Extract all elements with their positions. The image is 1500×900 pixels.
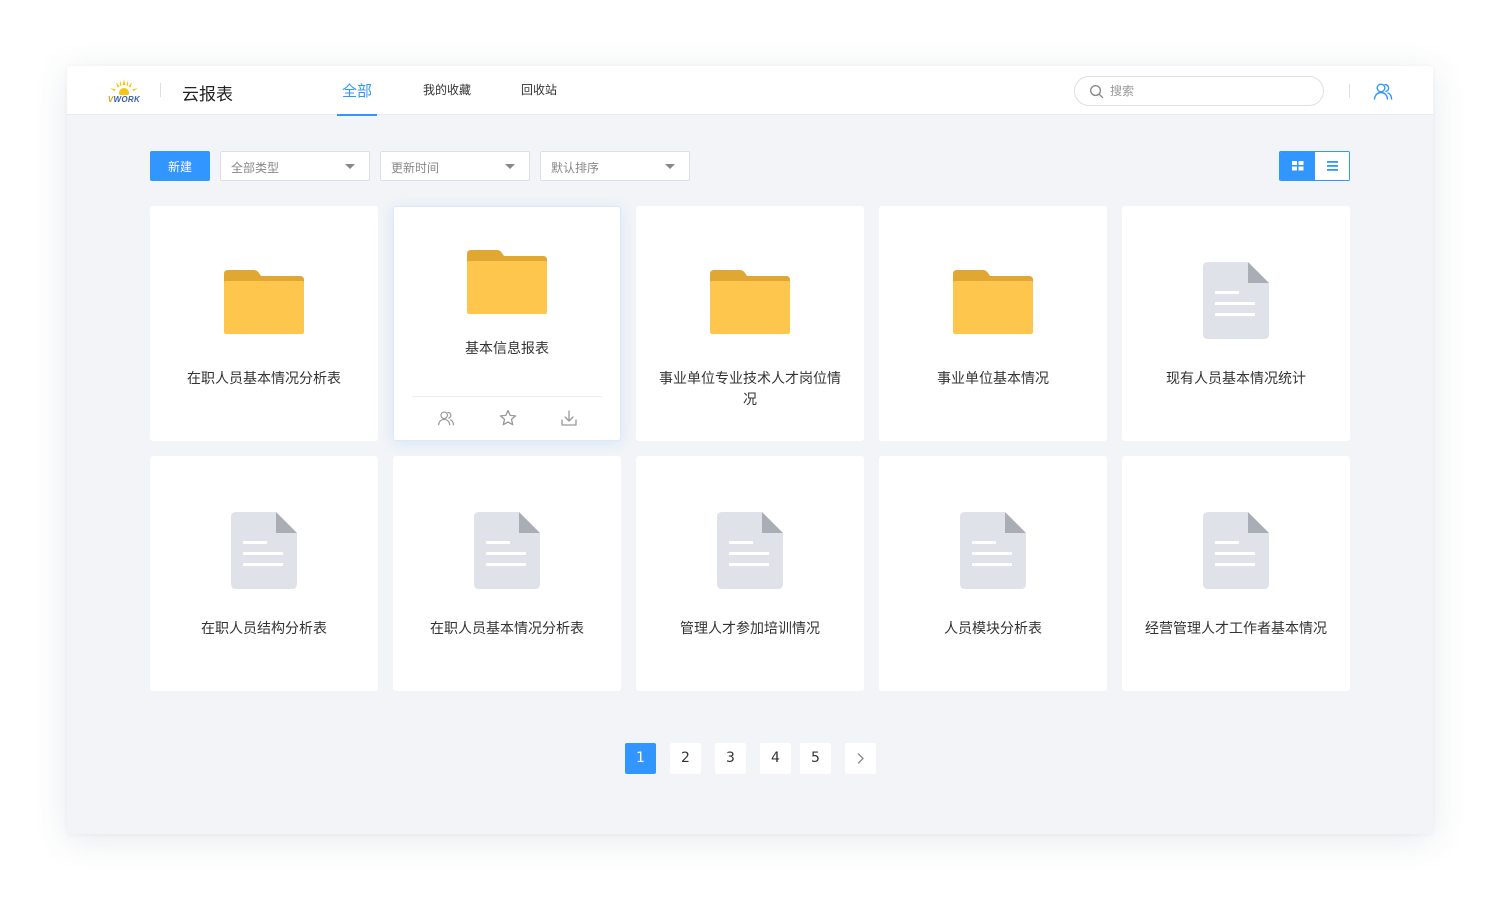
card-title: 在职人员基本情况分析表	[430, 621, 584, 637]
document-icon	[960, 512, 1026, 589]
grid-view-button[interactable]	[1280, 152, 1315, 180]
page-2-button[interactable]: 2	[670, 743, 701, 774]
app-title: 云报表	[182, 85, 233, 105]
header-divider-right	[1349, 84, 1350, 98]
card-title: 基本信息报表	[465, 341, 549, 357]
download-icon[interactable]	[560, 409, 578, 427]
page-1-button[interactable]: 1	[625, 743, 656, 774]
sun-logo-icon	[110, 79, 138, 98]
star-icon[interactable]	[499, 409, 517, 427]
list-view-icon	[1327, 161, 1338, 171]
card-title: 在职人员结构分析表	[201, 621, 327, 637]
card-title: 经营管理人才工作者基本情况	[1145, 621, 1327, 637]
vwork-logo: VWORK	[107, 79, 141, 104]
grid-view-icon	[1292, 161, 1304, 171]
sort-select[interactable]: 默认排序	[540, 151, 690, 181]
card-title: 事业单位专业技术人才岗位情况	[659, 371, 841, 408]
report-card[interactable]: 事业单位基本情况	[879, 206, 1107, 441]
next-page-button[interactable]	[845, 743, 876, 774]
report-card[interactable]: 在职人员基本情况分析表	[150, 206, 378, 441]
search-box	[1074, 76, 1324, 106]
list-view-button[interactable]	[1315, 152, 1349, 180]
document-icon	[717, 512, 783, 589]
filter-type-select[interactable]: 全部类型	[220, 151, 370, 181]
report-card[interactable]: 人员模块分析表	[879, 456, 1107, 691]
filter-time-select[interactable]: 更新时间	[380, 151, 530, 181]
report-card[interactable]: 在职人员结构分析表	[150, 456, 378, 691]
filter-type-label: 全部类型	[231, 161, 280, 175]
logo-wordmark: WORK	[113, 95, 141, 104]
users-icon[interactable]	[1373, 82, 1393, 100]
card-title: 事业单位基本情况	[937, 371, 1049, 387]
card-title: 现有人员基本情况统计	[1166, 371, 1306, 387]
caret-down-icon	[665, 164, 675, 169]
report-card[interactable]: 在职人员基本情况分析表	[393, 456, 621, 691]
search-icon	[1090, 85, 1104, 99]
search-input[interactable]	[1110, 82, 1310, 100]
card-title: 在职人员基本情况分析表	[187, 371, 341, 387]
folder-icon	[953, 270, 1033, 334]
share-users-icon[interactable]	[437, 409, 455, 427]
report-card[interactable]: 现有人员基本情况统计	[1122, 206, 1350, 441]
document-icon	[474, 512, 540, 589]
folder-icon	[224, 270, 304, 334]
view-mode-toggle	[1279, 151, 1350, 181]
report-card-hovered[interactable]: 基本信息报表	[393, 206, 621, 441]
document-icon	[1203, 512, 1269, 589]
filter-time-label: 更新时间	[391, 161, 440, 175]
new-button[interactable]: 新建	[150, 151, 210, 181]
sort-label: 默认排序	[551, 161, 600, 175]
caret-down-icon	[345, 164, 355, 169]
report-card[interactable]: 经营管理人才工作者基本情况	[1122, 456, 1350, 691]
app-window: VWORK 云报表 全部 我的收藏 回收站 新建 全部类型 更新时间	[67, 66, 1433, 834]
card-title: 人员模块分析表	[944, 621, 1042, 637]
caret-down-icon	[505, 164, 515, 169]
page-4-button[interactable]: 4	[760, 743, 791, 774]
folder-icon	[710, 270, 790, 334]
logo-text: VWORK	[107, 95, 141, 104]
chevron-right-icon	[857, 753, 864, 764]
card-title: 管理人才参加培训情况	[680, 621, 820, 637]
report-card[interactable]: 管理人才参加培训情况	[636, 456, 864, 691]
card-actions	[412, 396, 602, 440]
folder-icon	[467, 250, 547, 314]
page-3-button[interactable]: 3	[715, 743, 746, 774]
tab-recycle-bin[interactable]: 回收站	[515, 66, 563, 115]
header-divider	[160, 83, 161, 97]
document-icon	[1203, 262, 1269, 339]
report-card[interactable]: 事业单位专业技术人才岗位情况	[636, 206, 864, 441]
tab-favorites[interactable]: 我的收藏	[417, 66, 477, 115]
top-header: VWORK 云报表 全部 我的收藏 回收站	[67, 66, 1433, 116]
document-icon	[231, 512, 297, 589]
tab-all[interactable]: 全部	[337, 66, 377, 116]
page-5-button[interactable]: 5	[800, 743, 831, 774]
